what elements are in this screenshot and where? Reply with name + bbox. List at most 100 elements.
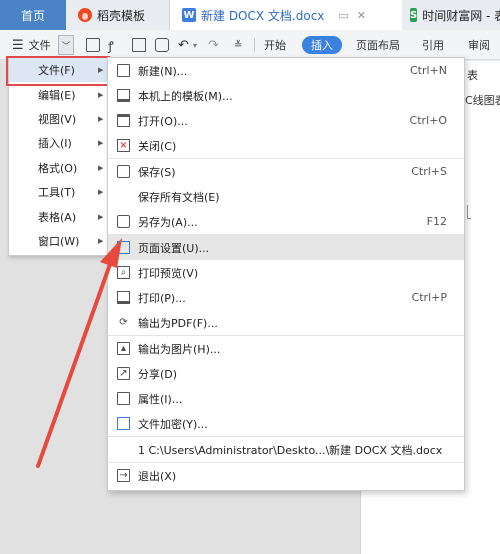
submenu-arrow-icon: ▶ <box>98 90 104 99</box>
tab-home-label: 首页 <box>20 8 45 23</box>
menu-save-all[interactable]: 保存所有文档(E) <box>108 184 464 209</box>
word-doc-icon: W <box>182 8 196 22</box>
pdf-export-icon: ⟳ <box>119 316 128 328</box>
menu-item-label: 工具(T) <box>38 186 76 200</box>
menu-export-image[interactable]: ▴ 输出为图片(H)... <box>108 336 464 361</box>
menu-open-shortcut: Ctrl+O <box>409 114 447 127</box>
menu-item-label: 编辑(E) <box>38 88 76 102</box>
tab-sheet[interactable]: S 时间财富网 - 表 <box>402 0 500 30</box>
menu-save[interactable]: 保存(S) Ctrl+S <box>108 159 464 184</box>
close-tab-icon[interactable]: ✕ <box>357 9 366 22</box>
tab-document-label: 新建 DOCX 文档.docx <box>201 8 325 23</box>
menu-properties-label: 属性(I)... <box>138 392 183 406</box>
ribbon-tab-insert-label: 插入 <box>311 39 333 52</box>
menu-recent-file-label: 1 C:\Users\Administrator\Deskto...\新建 DO… <box>138 443 443 457</box>
menu-print[interactable]: 打印(P)... Ctrl+P <box>108 285 464 310</box>
exit-icon: → <box>117 469 130 482</box>
menu-close[interactable]: × 关闭(C) <box>108 133 464 158</box>
menu-item-tools[interactable]: 工具(T) ▶ <box>9 180 107 204</box>
tab-document[interactable]: W 新建 DOCX 文档.docx ▭ ✕ <box>170 0 402 30</box>
menu-item-label: 格式(O) <box>38 161 78 175</box>
main-menu: 文件(F) ▶ 编辑(E) ▶ 视图(V) ▶ 插入(I) ▶ 格式(O) ▶ … <box>8 57 108 256</box>
menu-save-label: 保存(S) <box>138 165 176 179</box>
menu-print-label: 打印(P)... <box>138 291 186 305</box>
menu-item-edit[interactable]: 编辑(E) ▶ <box>9 82 107 106</box>
ribbon-tab-insert[interactable]: 插入 <box>302 36 342 54</box>
menu-open-label: 打开(O)... <box>138 114 188 128</box>
monitor-icon[interactable]: ▭ <box>338 9 348 22</box>
menu-save-all-label: 保存所有文档(E) <box>138 190 220 204</box>
redo-icon[interactable]: ↷ <box>208 30 219 60</box>
print-icon[interactable] <box>132 30 146 60</box>
menu-properties[interactable]: 属性(I)... <box>108 386 464 411</box>
lock-document-icon <box>117 417 130 430</box>
menu-encrypt-label: 文件加密(Y)... <box>138 417 208 431</box>
undo-icon[interactable]: ↶ <box>178 30 189 60</box>
toolbar-divider <box>254 38 255 52</box>
tab-sheet-label: 时间财富网 - 表 <box>422 8 500 23</box>
ribbon-tab-references-label: 引用 <box>422 39 444 52</box>
close-document-icon: × <box>117 139 130 152</box>
menu-close-label: 关闭(C) <box>138 139 177 153</box>
menu-new[interactable]: 新建(N)... Ctrl+N <box>108 58 464 83</box>
share-icon: ↗ <box>117 367 130 380</box>
menu-share[interactable]: ↗ 分享(D) <box>108 361 464 386</box>
customize-arrow-icon[interactable]: ≚ <box>234 30 242 60</box>
undo-dropdown-icon[interactable]: ▾ <box>193 30 197 60</box>
menu-item-table[interactable]: 表格(A) ▶ <box>9 204 107 228</box>
menu-encrypt[interactable]: 文件加密(Y)... <box>108 411 464 436</box>
page-setup-icon <box>117 241 130 254</box>
menu-page-setup[interactable]: 页面设置(U)... <box>108 235 464 260</box>
menu-open[interactable]: 打开(O)... Ctrl+O <box>108 108 464 133</box>
menu-print-preview-label: 打印预览(V) <box>138 266 199 280</box>
sheet-doc-icon: S <box>410 8 418 22</box>
menu-export-pdf[interactable]: ⟳ 输出为PDF(F)... <box>108 310 464 335</box>
ribbon-tab-references[interactable]: 引用 <box>422 30 444 60</box>
print-preview-icon: ⌕ <box>117 266 130 279</box>
submenu-arrow-icon: ▶ <box>98 139 104 148</box>
menu-print-preview[interactable]: ⌕ 打印预览(V) <box>108 260 464 285</box>
folder-open-icon <box>117 114 130 127</box>
menu-new-shortcut: Ctrl+N <box>409 64 447 77</box>
menu-item-view[interactable]: 视图(V) ▶ <box>9 107 107 131</box>
menu-item-label: 视图(V) <box>38 112 77 126</box>
menu-item-label: 表格(A) <box>38 210 77 224</box>
menu-save-as[interactable]: 另存为(A)... F12 <box>108 209 464 234</box>
tab-bar: 首页 稻壳模板 W 新建 DOCX 文档.docx ▭ ✕ S 时间财富网 - … <box>0 0 500 30</box>
image-export-icon: ▴ <box>117 342 130 355</box>
menu-save-as-label: 另存为(A)... <box>138 215 198 229</box>
printer-icon <box>117 291 130 304</box>
print-preview-icon[interactable] <box>155 30 169 60</box>
menu-save-shortcut: Ctrl+S <box>411 165 447 178</box>
menu-exit[interactable]: → 退出(X) <box>108 463 464 488</box>
menu-item-format[interactable]: 格式(O) ▶ <box>9 156 107 180</box>
menu-export-pdf-label: 输出为PDF(F)... <box>138 316 218 330</box>
menu-export-image-label: 输出为图片(H)... <box>138 342 221 356</box>
tab-home[interactable]: 首页 <box>0 0 66 30</box>
ribbon-tab-page-layout[interactable]: 页面布局 <box>356 30 400 60</box>
menu-local-templates[interactable]: 本机上的模板(M)... <box>108 83 464 108</box>
ribbon-tab-page-layout-label: 页面布局 <box>356 39 400 52</box>
menu-exit-label: 退出(X) <box>138 469 177 483</box>
menu-save-as-shortcut: F12 <box>426 215 447 228</box>
menu-local-templates-label: 本机上的模板(M)... <box>138 89 233 103</box>
menu-recent-file[interactable]: 1 C:\Users\Administrator\Deskto...\新建 DO… <box>108 437 464 462</box>
tab-template-label: 稻壳模板 <box>97 8 146 23</box>
menu-item-label: 窗口(W) <box>38 234 80 248</box>
ribbon-tab-home[interactable]: 开始 <box>264 30 286 60</box>
ribbon-tab-home-label: 开始 <box>264 39 286 52</box>
file-submenu: 新建(N)... Ctrl+N 本机上的模板(M)... 打开(O)... Ct… <box>107 57 465 491</box>
properties-icon <box>117 392 130 405</box>
tab-template[interactable]: 稻壳模板 <box>66 0 170 30</box>
file-menu-label: 文件 <box>28 39 51 52</box>
menu-share-label: 分享(D) <box>138 367 178 381</box>
menu-new-label: 新建(N)... <box>138 64 188 78</box>
menu-item-insert[interactable]: 插入(I) ▶ <box>9 131 107 155</box>
file-dropdown-button[interactable]: ﹀ <box>58 35 74 55</box>
ribbon-tab-review[interactable]: 审阅 <box>468 30 490 60</box>
menu-item-window[interactable]: 窗口(W) ▶ <box>9 229 107 253</box>
template-monitor-icon <box>117 89 130 102</box>
menu-page-setup-label: 页面设置(U)... <box>138 241 210 255</box>
page-text-fragment: 表 <box>467 69 478 82</box>
submenu-arrow-icon: ▶ <box>98 188 104 197</box>
